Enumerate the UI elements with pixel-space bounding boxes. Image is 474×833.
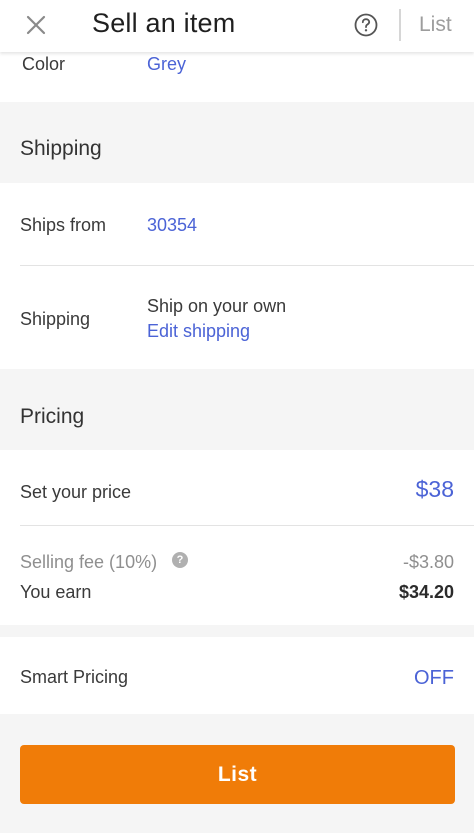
page-title: Sell an item [92, 8, 236, 38]
color-row[interactable]: Color Grey [0, 52, 474, 102]
header-list-button[interactable]: List [419, 13, 452, 37]
smart-pricing-label: Smart Pricing [20, 667, 129, 687]
help-circle-icon [354, 13, 378, 37]
set-price-label: Set your price [20, 482, 132, 502]
color-value[interactable]: Grey [147, 54, 186, 75]
help-button[interactable] [353, 12, 379, 38]
header-divider [399, 9, 401, 41]
smart-pricing-row[interactable]: Smart Pricing OFF [0, 637, 474, 714]
pricing-section-header: Pricing [0, 369, 474, 450]
smart-pricing-toggle[interactable]: OFF [414, 667, 454, 690]
ships-from-value[interactable]: 30354 [147, 215, 197, 236]
close-button[interactable] [22, 11, 50, 39]
color-label: Color [22, 54, 66, 74]
edit-shipping-link[interactable]: Edit shipping [147, 321, 250, 342]
info-icon[interactable]: ? [172, 552, 188, 568]
shipping-section-title: Shipping [20, 137, 102, 160]
selling-fee-label: Selling fee (10%) [20, 552, 158, 572]
spacer [0, 625, 474, 637]
shipping-label: Shipping [20, 309, 91, 329]
price-value[interactable]: $38 [416, 476, 454, 503]
divider [20, 525, 474, 526]
shipping-card: Ships from 30354 Shipping Ship on your o… [0, 183, 474, 369]
list-button[interactable]: List [20, 745, 455, 804]
pricing-section-title: Pricing [20, 405, 85, 428]
pricing-card: Set your price $38 Selling fee (10%) -$3… [0, 450, 474, 625]
top-app-bar: Sell an item List [0, 0, 474, 52]
ships-from-label: Ships from [20, 215, 107, 235]
you-earn-value: $34.20 [398, 582, 454, 602]
shipping-method-value: Ship on your own [147, 296, 287, 316]
you-earn-label: You earn [20, 582, 92, 602]
shipping-section-header: Shipping [0, 102, 474, 183]
close-icon [26, 15, 46, 35]
divider [20, 265, 474, 266]
selling-fee-value: -$3.80 [402, 552, 454, 572]
